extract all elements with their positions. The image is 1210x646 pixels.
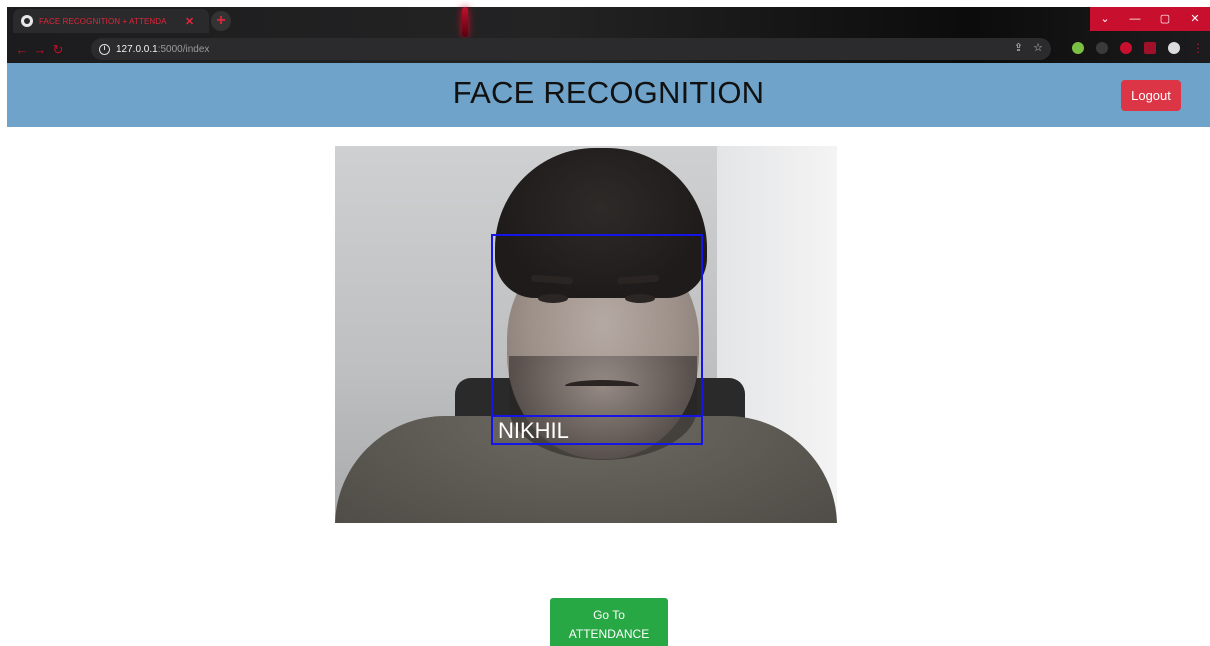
bookmark-star-icon[interactable]: ☆	[1033, 41, 1043, 54]
face-detection-box	[491, 234, 703, 445]
tab-close-icon[interactable]: ✕	[185, 15, 194, 28]
browser-tab[interactable]: FACE RECOGNITION + ATTENDA ✕	[13, 9, 209, 33]
tab-search-icon[interactable]: ⌄	[1090, 7, 1120, 31]
extension-red-icon[interactable]	[1120, 42, 1132, 54]
globe-icon	[21, 15, 33, 27]
restore-icon[interactable]: ▢	[1150, 7, 1180, 31]
page-title: FACE RECOGNITION	[452, 75, 765, 110]
profile-avatar-icon[interactable]	[1168, 42, 1180, 54]
new-tab-button[interactable]: +	[211, 11, 231, 31]
back-arrow-icon[interactable]: ←	[13, 41, 31, 59]
attendance-label-line2: ATTENDANCE	[568, 626, 650, 641]
attendance-label-line1: Go To	[593, 607, 625, 622]
window-controls: ⌄ — ▢ ✕	[1090, 7, 1210, 31]
extension-green-icon[interactable]	[1072, 42, 1084, 54]
logout-button[interactable]: Logout	[1121, 80, 1181, 111]
url-path: :5000/index	[157, 43, 210, 55]
minimize-icon[interactable]: —	[1120, 7, 1150, 31]
extension-dim-icon[interactable]	[1096, 42, 1108, 54]
url-host: 127.0.0.1	[116, 43, 158, 55]
extension-icons: ⋮	[1072, 42, 1204, 54]
extensions-puzzle-icon[interactable]	[1144, 42, 1156, 54]
close-window-icon[interactable]: ✕	[1180, 7, 1210, 31]
browser-chrome: FACE RECOGNITION + ATTENDA ✕ + ⌄ — ▢ ✕ ←…	[7, 7, 1210, 63]
tab-strip: FACE RECOGNITION + ATTENDA ✕ + ⌄ — ▢ ✕	[7, 7, 1210, 33]
site-header: FACE RECOGNITION Logout	[7, 63, 1210, 127]
go-to-attendance-button[interactable]: Go To ATTENDANCE	[550, 598, 668, 646]
address-bar[interactable]: i 127.0.0.1:5000/index ⇪ ☆	[91, 38, 1051, 60]
omnibox-actions: ⇪ ☆	[1014, 41, 1043, 54]
url-text: 127.0.0.1:5000/index	[116, 44, 209, 55]
recognized-name: NIKHIL	[498, 418, 569, 443]
reload-icon[interactable]: ↻	[49, 41, 67, 59]
forward-arrow-icon[interactable]: →	[31, 41, 49, 59]
site-info-icon[interactable]: i	[99, 43, 110, 55]
browser-toolbar: ← → ↻ i 127.0.0.1:5000/index ⇪ ☆ ⋮	[7, 36, 1210, 63]
camera-feed: NIKHIL	[335, 146, 837, 523]
tab-title: FACE RECOGNITION + ATTENDA	[39, 16, 167, 26]
menu-kebab-icon[interactable]: ⋮	[1192, 42, 1204, 54]
share-icon[interactable]: ⇪	[1014, 41, 1023, 54]
